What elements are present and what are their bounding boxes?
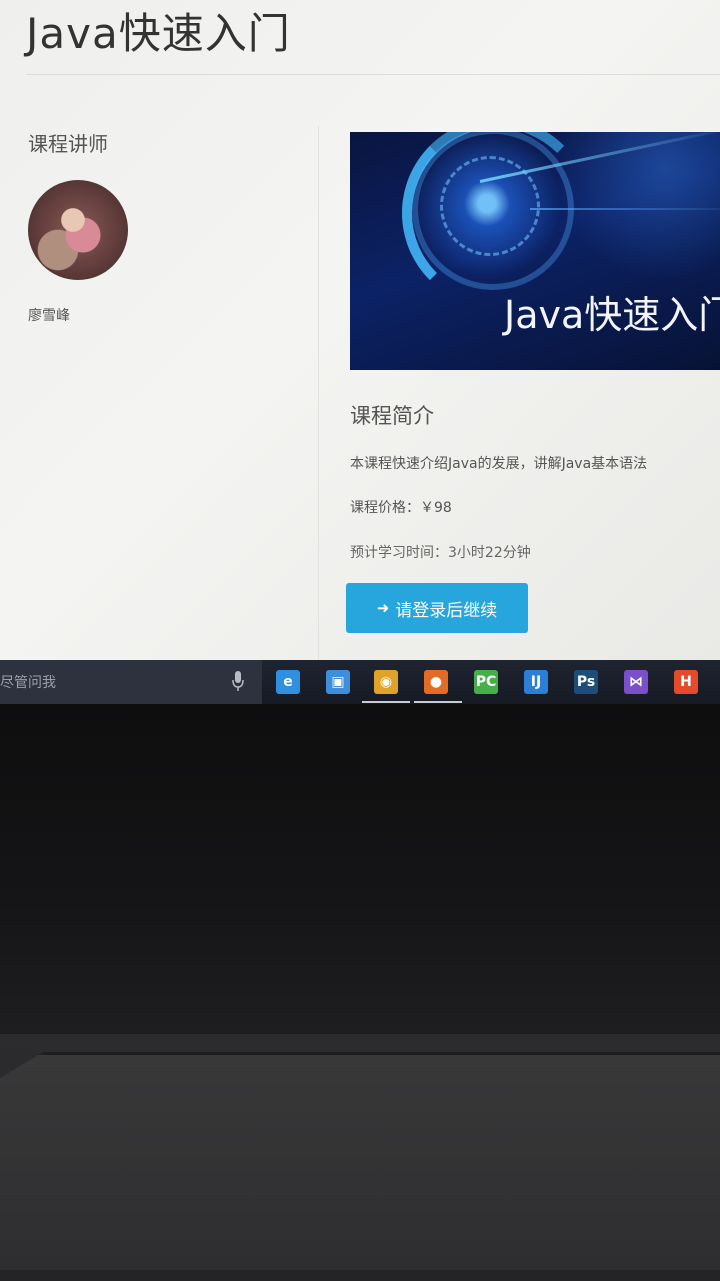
media-player-icon[interactable]: ▣ xyxy=(326,670,350,694)
firefox-icon[interactable]: ● xyxy=(424,670,448,694)
taskbar-search-text: 尽管问我 xyxy=(0,675,56,691)
pycharm-icon[interactable]: PC xyxy=(474,670,498,694)
edge-icon[interactable]: e xyxy=(276,670,300,694)
html-editor-icon[interactable]: H xyxy=(674,670,698,694)
active-app-indicator xyxy=(362,701,410,703)
intro-text: 本课程快速介绍Java的发展，讲解Java基本语法 xyxy=(350,456,648,472)
login-to-continue-button[interactable]: ➜ 请登录后继续 xyxy=(346,583,528,633)
visual-studio-icon[interactable]: ⋈ xyxy=(624,670,648,694)
sign-in-icon: ➜ xyxy=(376,600,390,617)
title-divider xyxy=(26,74,720,75)
laptop-keyboard-area xyxy=(0,1052,720,1270)
intro-heading: 课程简介 xyxy=(350,404,434,428)
windows-taskbar: 尽管问我 e ▣ ◉ ● PC IJ Ps ⋈ H xyxy=(0,660,720,704)
active-app-indicator xyxy=(414,701,462,703)
course-banner: Java快速入门 xyxy=(350,132,720,370)
instructor-name[interactable]: 廖雪峰 xyxy=(28,305,70,325)
course-price: 课程价格：￥98 xyxy=(350,500,452,516)
browser-page: Java快速入门 课程讲师 廖雪峰 Java快速入门 课程简介 本课程快速介绍J… xyxy=(0,0,720,660)
instructor-avatar[interactable] xyxy=(28,180,128,280)
taskbar-search-box[interactable]: 尽管问我 xyxy=(0,660,262,704)
banner-title: Java快速入门 xyxy=(504,293,720,337)
column-divider xyxy=(318,126,319,660)
course-duration: 预计学习时间：3小时22分钟 xyxy=(350,545,531,561)
login-button-label: 请登录后继续 xyxy=(395,600,498,620)
jetbrains-icon[interactable]: IJ xyxy=(524,670,548,694)
banner-light-beam xyxy=(530,208,720,210)
photoshop-icon[interactable]: Ps xyxy=(574,670,598,694)
page-title: Java快速入门 xyxy=(26,9,291,58)
instructor-heading: 课程讲师 xyxy=(28,132,108,156)
chrome-icon[interactable]: ◉ xyxy=(374,670,398,694)
laptop-bezel xyxy=(0,704,720,1034)
microphone-icon[interactable] xyxy=(232,670,244,692)
